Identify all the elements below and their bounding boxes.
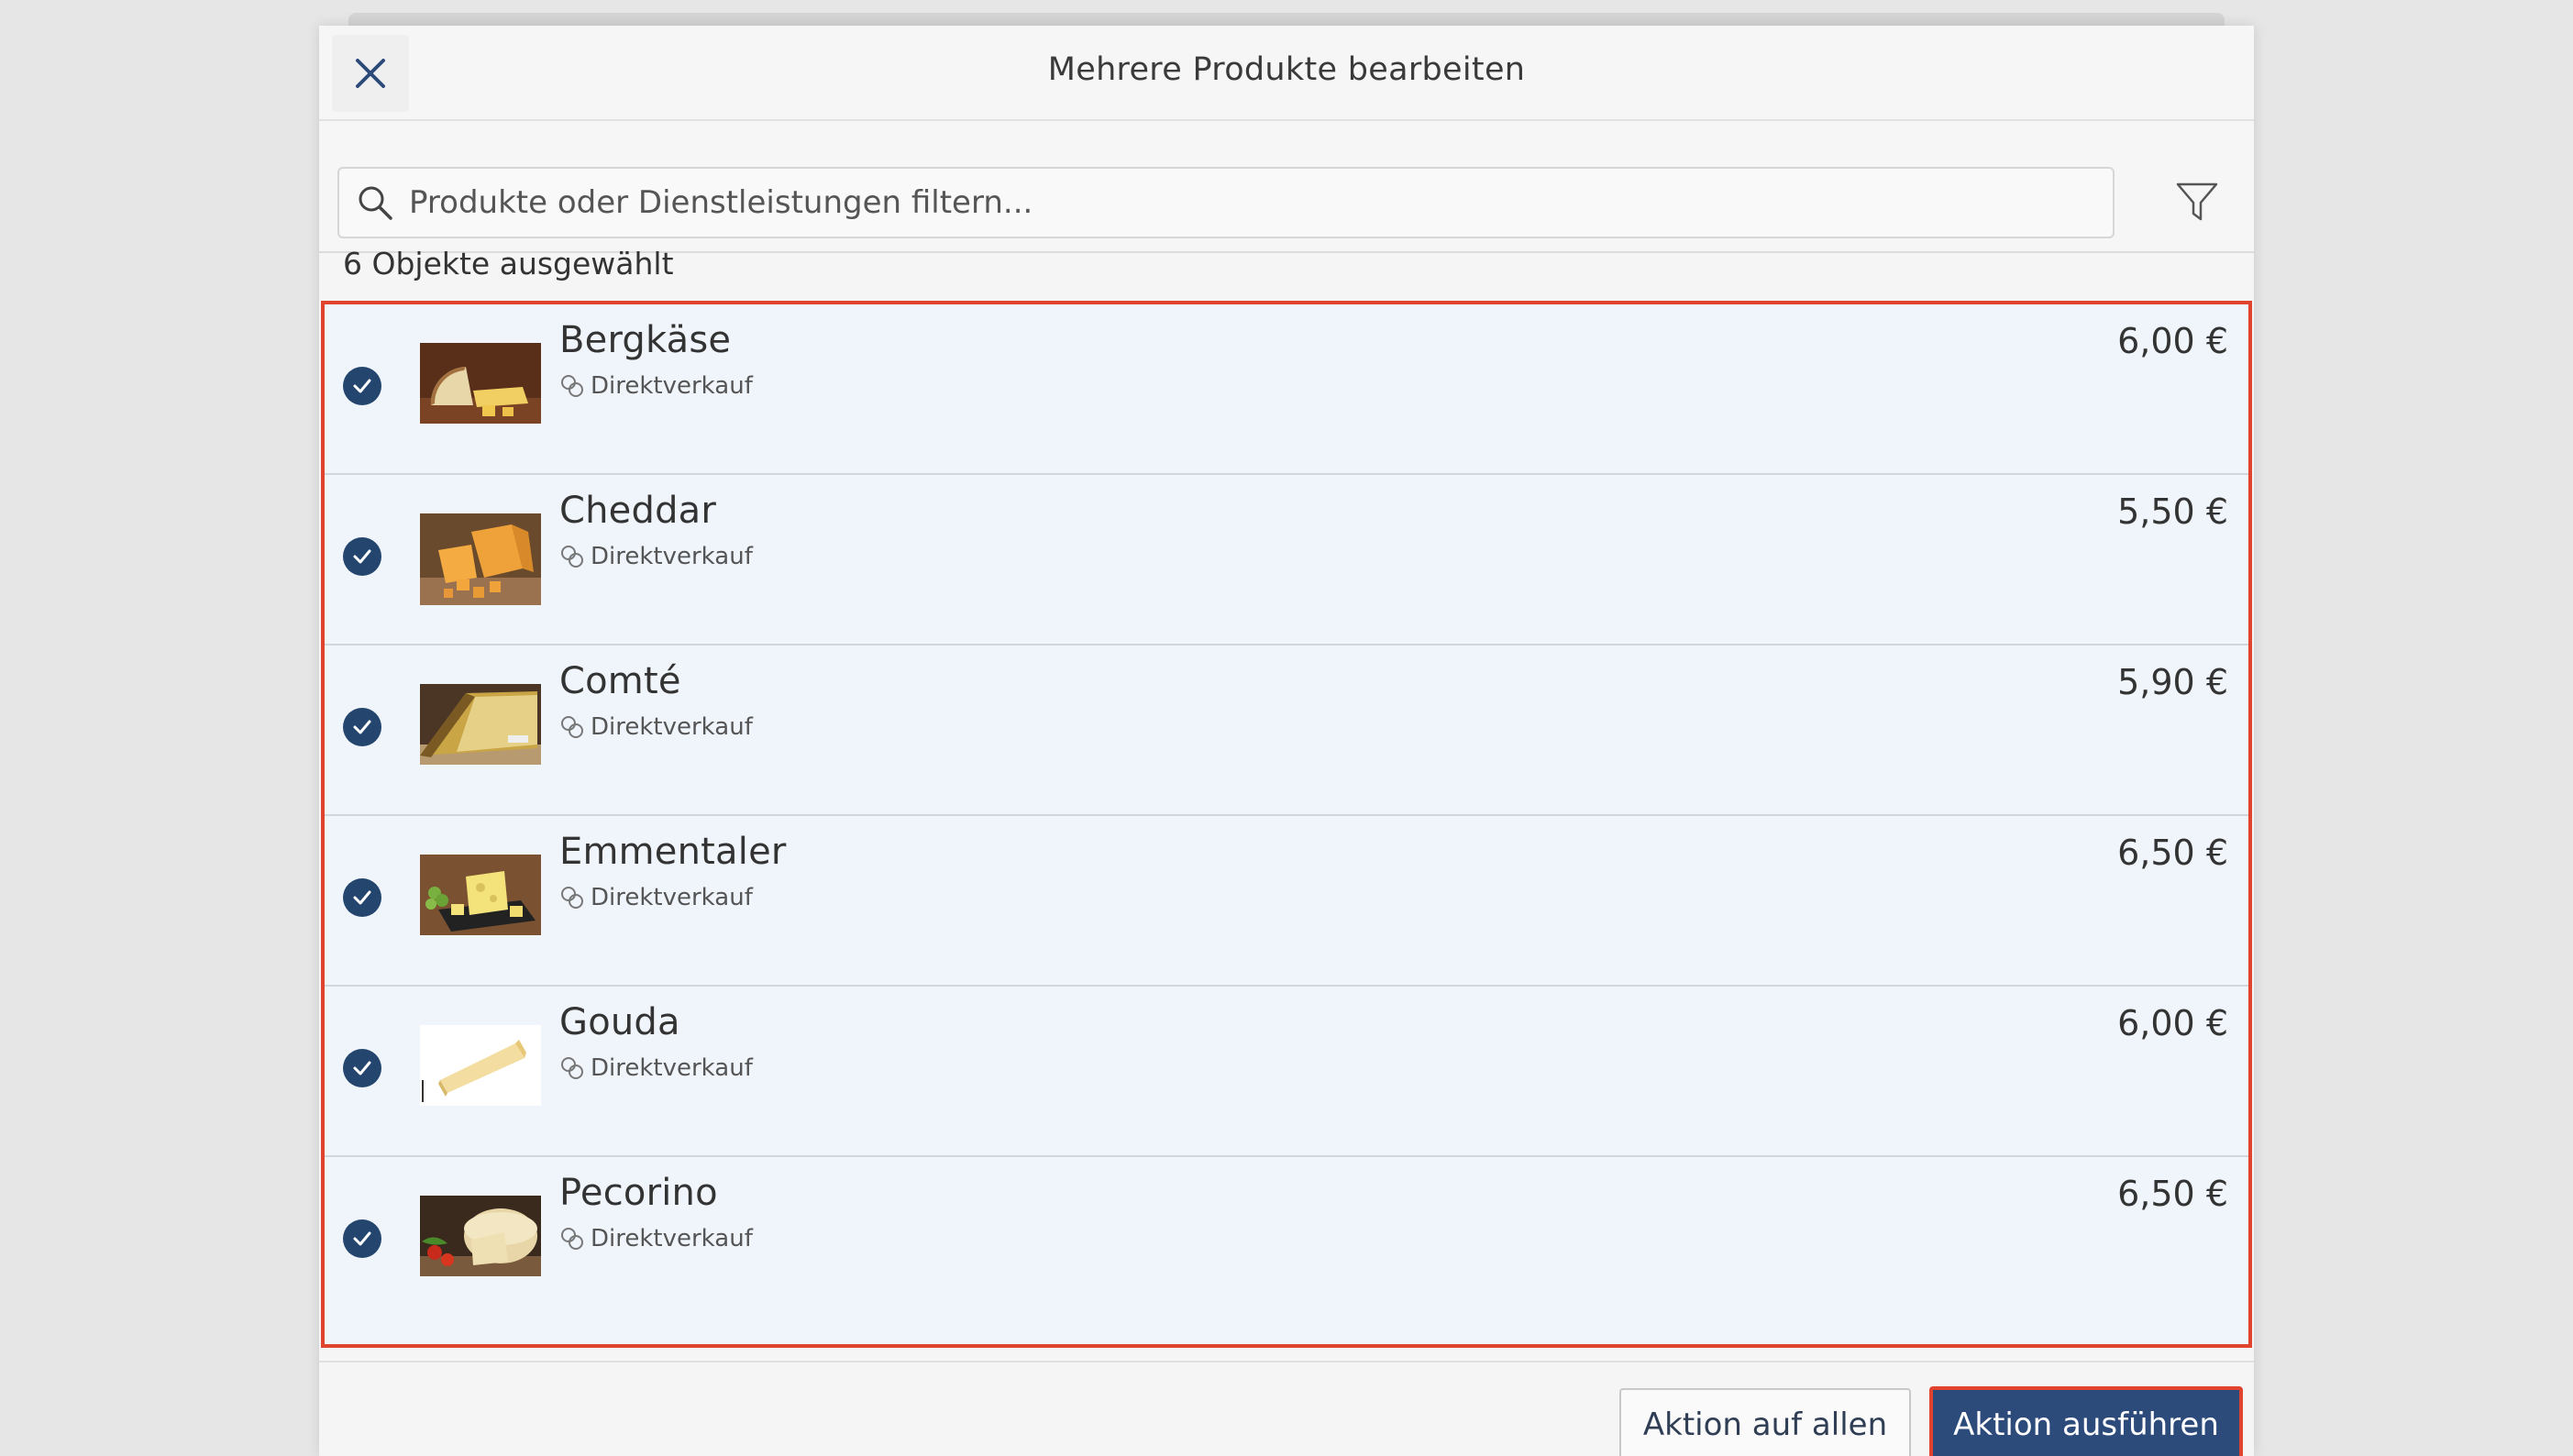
check-icon xyxy=(353,1231,371,1246)
product-list: Bergkäse Direktverkauf 6,00 € Cheddar Di… xyxy=(321,301,2252,1348)
product-category: Direktverkauf xyxy=(559,1054,753,1082)
product-category: Direktverkauf xyxy=(559,1225,753,1252)
product-category: Direktverkauf xyxy=(559,543,753,570)
product-image-cheddar xyxy=(420,513,541,605)
product-category: Direktverkauf xyxy=(559,713,753,741)
dialog-title: Mehrere Produkte bearbeiten xyxy=(1047,51,1526,88)
product-name: Cheddar xyxy=(559,490,717,532)
product-price: 6,00 € xyxy=(2117,321,2228,361)
product-row[interactable]: Bergkäse Direktverkauf 6,00 € xyxy=(325,304,2248,475)
product-name: Pecorino xyxy=(559,1172,718,1214)
product-image-comte xyxy=(420,684,541,765)
product-image-emmentaler xyxy=(420,855,541,935)
link-icon xyxy=(561,887,583,909)
product-category: Direktverkauf xyxy=(559,884,753,911)
check-icon xyxy=(353,1061,371,1075)
edit-products-dialog: Mehrere Produkte bearbeiten 6 Objekte au… xyxy=(319,26,2254,1456)
link-icon xyxy=(561,1057,583,1079)
product-image-gouda xyxy=(420,1025,541,1106)
search-input[interactable] xyxy=(409,169,2096,237)
product-image-pecorino xyxy=(420,1196,541,1276)
product-name: Comté xyxy=(559,660,681,702)
selected-checkbox[interactable] xyxy=(343,878,381,917)
product-price: 5,90 € xyxy=(2117,662,2228,702)
dialog-header: Mehrere Produkte bearbeiten xyxy=(319,26,2254,121)
category-label: Direktverkauf xyxy=(591,884,753,911)
check-icon xyxy=(353,379,371,393)
link-icon xyxy=(561,1228,583,1250)
category-label: Direktverkauf xyxy=(591,1225,753,1252)
product-image-bergkaese xyxy=(420,343,541,424)
selected-checkbox[interactable] xyxy=(343,367,381,405)
product-row[interactable]: Comté Direktverkauf 5,90 € xyxy=(325,645,2248,816)
category-label: Direktverkauf xyxy=(591,372,753,400)
category-label: Direktverkauf xyxy=(591,713,753,741)
link-icon xyxy=(561,716,583,738)
category-label: Direktverkauf xyxy=(591,1054,753,1082)
product-row[interactable]: Cheddar Direktverkauf 5,50 € xyxy=(325,475,2248,645)
selected-checkbox[interactable] xyxy=(343,1219,381,1258)
action-on-all-button[interactable]: Aktion auf allen xyxy=(1619,1388,1911,1456)
category-label: Direktverkauf xyxy=(591,543,753,570)
link-icon xyxy=(561,375,583,397)
filter-icon xyxy=(2176,182,2218,221)
product-price: 5,50 € xyxy=(2117,491,2228,532)
product-name: Gouda xyxy=(559,1001,680,1043)
selected-checkbox[interactable] xyxy=(343,708,381,746)
product-row[interactable]: Emmentaler Direktverkauf 6,50 € xyxy=(325,816,2248,987)
dialog-footer: Aktion auf allen Aktion ausführen xyxy=(319,1361,2254,1456)
check-icon xyxy=(353,720,371,734)
selected-checkbox[interactable] xyxy=(343,537,381,576)
search-bar xyxy=(319,121,2254,253)
product-name: Bergkäse xyxy=(559,319,732,361)
check-icon xyxy=(353,549,371,564)
product-price: 6,00 € xyxy=(2117,1003,2228,1043)
selection-count: 6 Objekte ausgewählt xyxy=(343,246,674,281)
filter-button[interactable] xyxy=(2166,171,2228,233)
product-price: 6,50 € xyxy=(2117,833,2228,873)
selected-checkbox[interactable] xyxy=(343,1049,381,1087)
product-category: Direktverkauf xyxy=(559,372,753,400)
product-row[interactable]: Pecorino Direktverkauf 6,50 € xyxy=(325,1157,2248,1328)
check-icon xyxy=(353,890,371,905)
execute-action-button[interactable]: Aktion ausführen xyxy=(1929,1386,2243,1456)
product-name: Emmentaler xyxy=(559,831,787,873)
search-icon xyxy=(359,186,392,220)
product-row[interactable]: Gouda Direktverkauf 6,00 € xyxy=(325,987,2248,1157)
link-icon xyxy=(561,546,583,568)
search-box[interactable] xyxy=(337,167,2115,238)
product-price: 6,50 € xyxy=(2117,1174,2228,1214)
